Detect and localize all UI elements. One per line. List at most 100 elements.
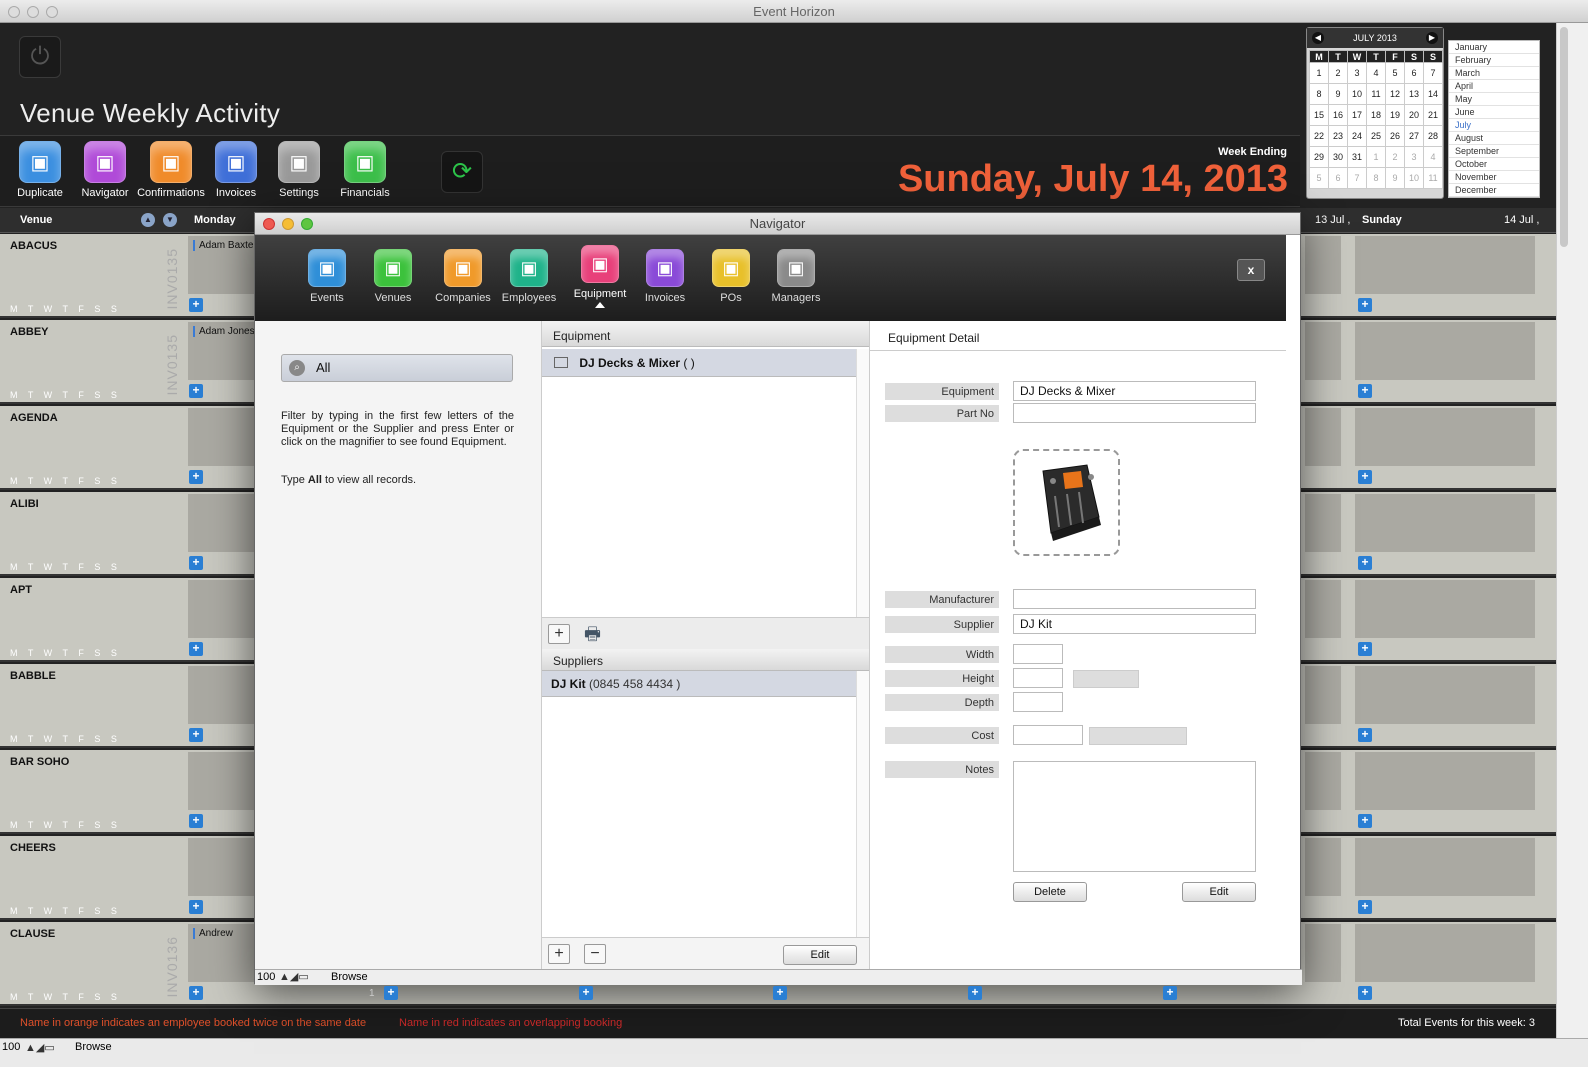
calendar-day[interactable]: 28 — [1423, 125, 1443, 147]
month-item[interactable]: June — [1449, 106, 1539, 119]
navigator-close-button[interactable] — [263, 218, 275, 230]
nav-tab-equipment[interactable]: ▣ Equipment — [564, 245, 636, 308]
add-booking-button[interactable]: + — [384, 986, 398, 1000]
day-cell[interactable] — [188, 752, 254, 810]
part-no-field[interactable] — [1013, 403, 1256, 423]
add-booking-button[interactable]: + — [189, 298, 203, 312]
cost-field[interactable] — [1013, 725, 1083, 745]
calendar-day[interactable]: 19 — [1385, 104, 1405, 126]
calendar-day[interactable]: 31 — [1347, 146, 1367, 168]
refresh-icon[interactable]: ⟳ — [441, 151, 483, 193]
supplier-list-scrollbar[interactable] — [856, 671, 869, 937]
calendar-day[interactable]: 10 — [1347, 83, 1367, 105]
booking-entry[interactable]: Adam Baxte — [193, 240, 253, 251]
add-booking-button[interactable]: + — [1358, 298, 1372, 312]
calendar-day[interactable]: 9 — [1328, 83, 1348, 105]
calendar-day[interactable]: 9 — [1385, 167, 1405, 189]
calendar-day[interactable]: 11 — [1423, 167, 1443, 189]
nav-tab-venues[interactable]: ▣ Venues — [357, 249, 429, 304]
edit-button[interactable]: Edit — [1182, 882, 1256, 902]
calendar-day[interactable]: 23 — [1328, 125, 1348, 147]
month-item[interactable]: April — [1449, 80, 1539, 93]
supplier-field[interactable]: DJ Kit — [1013, 614, 1256, 634]
add-booking-button[interactable]: + — [579, 986, 593, 1000]
venue-name[interactable]: BAR SOHO — [10, 756, 69, 768]
close-window-button[interactable] — [8, 6, 20, 18]
booking-entry[interactable]: Andrew — [193, 928, 233, 939]
venue-name[interactable]: APT — [10, 584, 32, 596]
calendar-day[interactable]: 6 — [1328, 167, 1348, 189]
add-booking-button[interactable]: + — [189, 384, 203, 398]
add-booking-button[interactable]: + — [189, 986, 203, 1000]
venue-name[interactable]: CHEERS — [10, 842, 56, 854]
equipment-search-input[interactable]: ⌕ All — [281, 354, 513, 382]
equipment-list-scrollbar[interactable] — [856, 349, 869, 617]
calendar-day[interactable]: 7 — [1423, 62, 1443, 84]
day-cell[interactable] — [1355, 752, 1535, 810]
add-booking-button[interactable]: + — [189, 642, 203, 656]
day-cell[interactable] — [188, 838, 254, 896]
day-cell[interactable] — [188, 666, 254, 724]
calendar-day[interactable]: 29 — [1309, 146, 1329, 168]
equipment-image[interactable] — [1013, 449, 1120, 556]
calendar-day[interactable]: 11 — [1366, 83, 1386, 105]
booking-entry[interactable]: Adam Jones — [193, 326, 255, 337]
calendar-day[interactable]: 8 — [1309, 83, 1329, 105]
day-cell[interactable] — [1305, 236, 1341, 294]
calendar-day[interactable]: 22 — [1309, 125, 1329, 147]
sort-up-icon[interactable]: ▲ — [141, 213, 155, 227]
depth-field[interactable] — [1013, 692, 1063, 712]
add-booking-button[interactable]: + — [189, 556, 203, 570]
calendar-day[interactable]: 1 — [1366, 146, 1386, 168]
venue-name[interactable]: ALIBI — [10, 498, 39, 510]
delete-button[interactable]: Delete — [1013, 882, 1087, 902]
month-item[interactable]: December — [1449, 184, 1539, 197]
notes-field[interactable] — [1013, 761, 1256, 872]
height-field[interactable] — [1013, 668, 1063, 688]
calendar-day[interactable]: 30 — [1328, 146, 1348, 168]
add-booking-button[interactable]: + — [1163, 986, 1177, 1000]
add-booking-button[interactable]: + — [189, 728, 203, 742]
navigator-zoom-level[interactable]: 100 — [257, 970, 275, 985]
minimize-window-button[interactable] — [27, 6, 39, 18]
calendar-day[interactable]: 16 — [1328, 104, 1348, 126]
supplier-list-item[interactable]: DJ Kit (0845 458 4434 ) — [542, 671, 856, 697]
vertical-scrollbar[interactable] — [1556, 23, 1588, 1053]
calendar-day[interactable]: 14 — [1423, 83, 1443, 105]
calendar-day[interactable]: 2 — [1328, 62, 1348, 84]
add-booking-button[interactable]: + — [968, 986, 982, 1000]
calendar-day[interactable]: 7 — [1347, 167, 1367, 189]
day-cell[interactable] — [1355, 838, 1535, 896]
venue-name[interactable]: ABACUS — [10, 240, 57, 252]
nav-tab-employees[interactable]: ▣ Employees — [493, 249, 565, 304]
calendar-day[interactable]: 4 — [1366, 62, 1386, 84]
day-cell[interactable] — [1355, 666, 1535, 724]
month-item[interactable]: March — [1449, 67, 1539, 80]
add-booking-button[interactable]: + — [773, 986, 787, 1000]
calendar-day[interactable]: 3 — [1404, 146, 1424, 168]
venue-name[interactable]: BABBLE — [10, 670, 56, 682]
add-equipment-button[interactable]: + — [548, 624, 570, 644]
nav-tab-events[interactable]: ▣ Events — [291, 249, 363, 304]
day-cell[interactable] — [1355, 580, 1535, 638]
add-booking-button[interactable]: + — [1358, 728, 1372, 742]
calendar-day[interactable]: 5 — [1385, 62, 1405, 84]
next-month-icon[interactable]: ▶ — [1426, 32, 1438, 44]
add-supplier-button[interactable]: + — [548, 944, 570, 964]
day-cell[interactable] — [1355, 408, 1535, 466]
calendar-day[interactable]: 27 — [1404, 125, 1424, 147]
venue-name[interactable]: ABBEY — [10, 326, 49, 338]
calendar-day[interactable]: 21 — [1423, 104, 1443, 126]
add-booking-button[interactable]: + — [1358, 384, 1372, 398]
calendar-day[interactable]: 10 — [1404, 167, 1424, 189]
month-item[interactable]: May — [1449, 93, 1539, 106]
power-icon[interactable]: ⏻ — [19, 36, 61, 78]
view-mode-icon[interactable]: ▲◢▭ — [25, 1041, 55, 1054]
zoom-level[interactable]: 100 — [2, 1041, 20, 1053]
calendar-day[interactable]: 15 — [1309, 104, 1329, 126]
calendar-day[interactable]: 6 — [1404, 62, 1424, 84]
calendar-day[interactable]: 25 — [1366, 125, 1386, 147]
remove-supplier-button[interactable]: − — [584, 944, 606, 964]
calendar-day[interactable]: 1 — [1309, 62, 1329, 84]
supplier-edit-button[interactable]: Edit — [783, 945, 857, 965]
